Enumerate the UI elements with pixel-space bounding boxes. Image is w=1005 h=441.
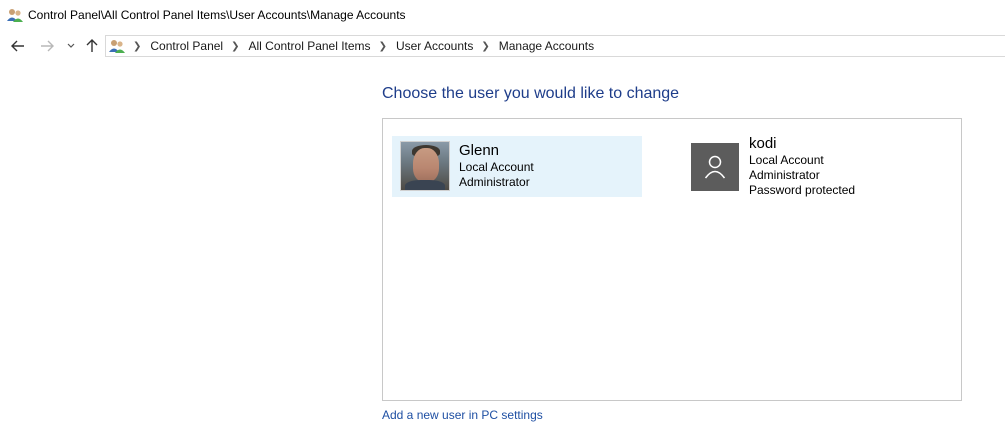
user-accounts-icon xyxy=(109,40,125,53)
account-name: Glenn xyxy=(459,142,500,159)
default-user-icon xyxy=(691,143,739,191)
breadcrumb-control-panel[interactable]: Control Panel xyxy=(150,39,223,53)
account-tile-glenn[interactable]: Glenn Local Account Administrator xyxy=(392,136,642,197)
account-type: Local Account xyxy=(459,160,534,174)
forward-arrow-icon xyxy=(41,40,54,52)
forward-button[interactable] xyxy=(37,36,57,56)
account-tile-kodi[interactable]: kodi Local Account Administrator Passwor… xyxy=(691,135,941,215)
breadcrumb-separator-icon[interactable]: ❯ xyxy=(379,41,387,52)
breadcrumb-separator-icon[interactable]: ❯ xyxy=(231,41,239,52)
up-arrow-icon xyxy=(86,39,98,52)
chevron-down-icon xyxy=(67,43,75,48)
breadcrumb-separator-icon[interactable]: ❯ xyxy=(133,41,141,52)
navigation-bar: ❯ Control Panel ❯ All Control Panel Item… xyxy=(0,34,1005,58)
up-button[interactable] xyxy=(82,36,102,56)
recent-locations-button[interactable] xyxy=(61,36,81,56)
avatar xyxy=(691,143,739,191)
window-title: Control Panel\All Control Panel Items\Us… xyxy=(28,8,406,22)
back-arrow-icon xyxy=(11,40,24,52)
breadcrumb-manage-accounts[interactable]: Manage Accounts xyxy=(499,39,594,53)
accounts-panel: Glenn Local Account Administrator kodi L… xyxy=(382,118,962,401)
user-accounts-icon xyxy=(7,9,23,22)
account-info: Glenn Local Account Administrator xyxy=(459,142,534,197)
avatar xyxy=(400,141,450,191)
breadcrumb-user-accounts[interactable]: User Accounts xyxy=(396,39,473,53)
add-new-user-link[interactable]: Add a new user in PC settings xyxy=(382,408,543,422)
account-role: Administrator xyxy=(749,168,820,182)
account-password-status: Password protected xyxy=(749,183,856,197)
account-type: Local Account xyxy=(749,153,824,167)
address-bar[interactable]: ❯ Control Panel ❯ All Control Panel Item… xyxy=(105,35,1005,57)
account-name: kodi xyxy=(749,135,777,152)
account-info: kodi Local Account Administrator Passwor… xyxy=(749,135,855,215)
title-bar: Control Panel\All Control Panel Items\Us… xyxy=(0,0,1005,30)
account-role: Administrator xyxy=(459,175,530,189)
back-button[interactable] xyxy=(8,36,28,56)
breadcrumb-separator-icon[interactable]: ❯ xyxy=(481,41,489,52)
breadcrumb-all-items[interactable]: All Control Panel Items xyxy=(249,39,371,53)
page-heading: Choose the user you would like to change xyxy=(382,85,680,102)
